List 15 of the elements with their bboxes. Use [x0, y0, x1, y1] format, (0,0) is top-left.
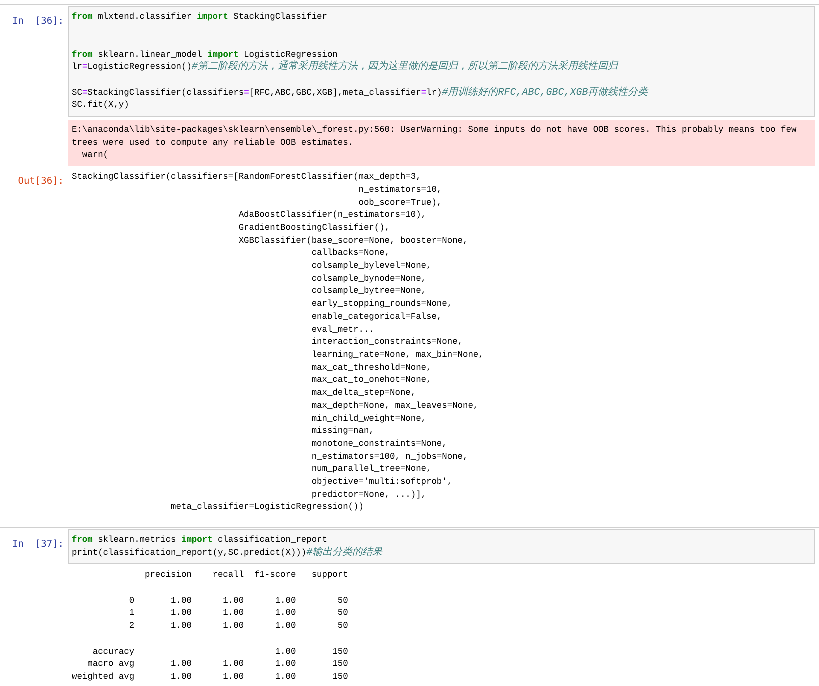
code-line: from sklearn.linear_model import LogisticRegression [72, 48, 339, 60]
output-text: StackingClassifier(classifiers=[RandomForestClassifier(max_depth=3, n_estimators=10, oob_score=True), AdaBoostClassifier(n_estimators=10), GradientBoostingClassifier(), XGBClassifier(base_score=None, booster=None, callbacks=None, colsample_bylevel=None, colsample_bynode=None, colsample_bytree=None, early_stopping_rounds=None, enable_categorical=False, eval_metr... interaction_constraints=None, learning_rate=None, max_bin=None, max_cat_threshold=None, max_cat_to_onehot=None, max_delta_step=None, max_depth=None, max_leaves=None, min_child_weight=None, missing=nan, monotone_constraints=None, n_estimators=100, n_jobs=None, num_parallel_tree=None, objective='multi:softprob', predictor=None, ...)], meta_classifier=LogisticRegression()) [71, 171, 485, 514]
code-line: lr=LogisticRegression()#第二阶段的方法，通常采用线性方法，因为这里做的是回归，所以第二阶段的方法采用线性回归 [72, 61, 620, 74]
code-cell[interactable] [68, 6, 815, 117]
code-line: print(classification_report(y,SC.predict(X)))#输出分类的结果 [72, 546, 384, 560]
input-prompt: In [36]: [12, 16, 64, 27]
input-prompt: In [37]: [12, 539, 64, 550]
code-cell[interactable]: from sklearn.metrics import classification_report print(classification_report(y,SC.predict(X)))#输出分类的结果 [68, 529, 815, 564]
code-line: SC=StackingClassifier(classifiers=[RFC,ABC,GBC,XGB],meta_classifier=lr)#用训练好的RFC,ABC,GBC,XGB再做线性分类 [72, 86, 650, 100]
code-line: SC.fit(X,y) [72, 99, 130, 112]
code-line: from mlxtend.classifier import StackingClassifier [72, 11, 328, 24]
code-line: from sklearn.metrics import classification_report [72, 534, 328, 546]
output-prompt: Out[36]: [18, 176, 64, 188]
warning-output: E:\anaconda\lib\site-packages\sklearn\ensemble\_forest.py:560: UserWarning: Some inputs do not have OOB scores. This probably means too few trees were used to compute any reliable OOB estimates. warn( [68, 120, 815, 166]
output-text: precision recall f1-score support 0 1.00 1.00 1.00 50 1 1.00 1.00 1.00 50 2 1.00 1.00 1.00 50 accuracy 1.00 150 macro avg 1.00 1.00 1.00 150 weighted avg 1.00 1.00 1.00 150 [71, 569, 350, 684]
